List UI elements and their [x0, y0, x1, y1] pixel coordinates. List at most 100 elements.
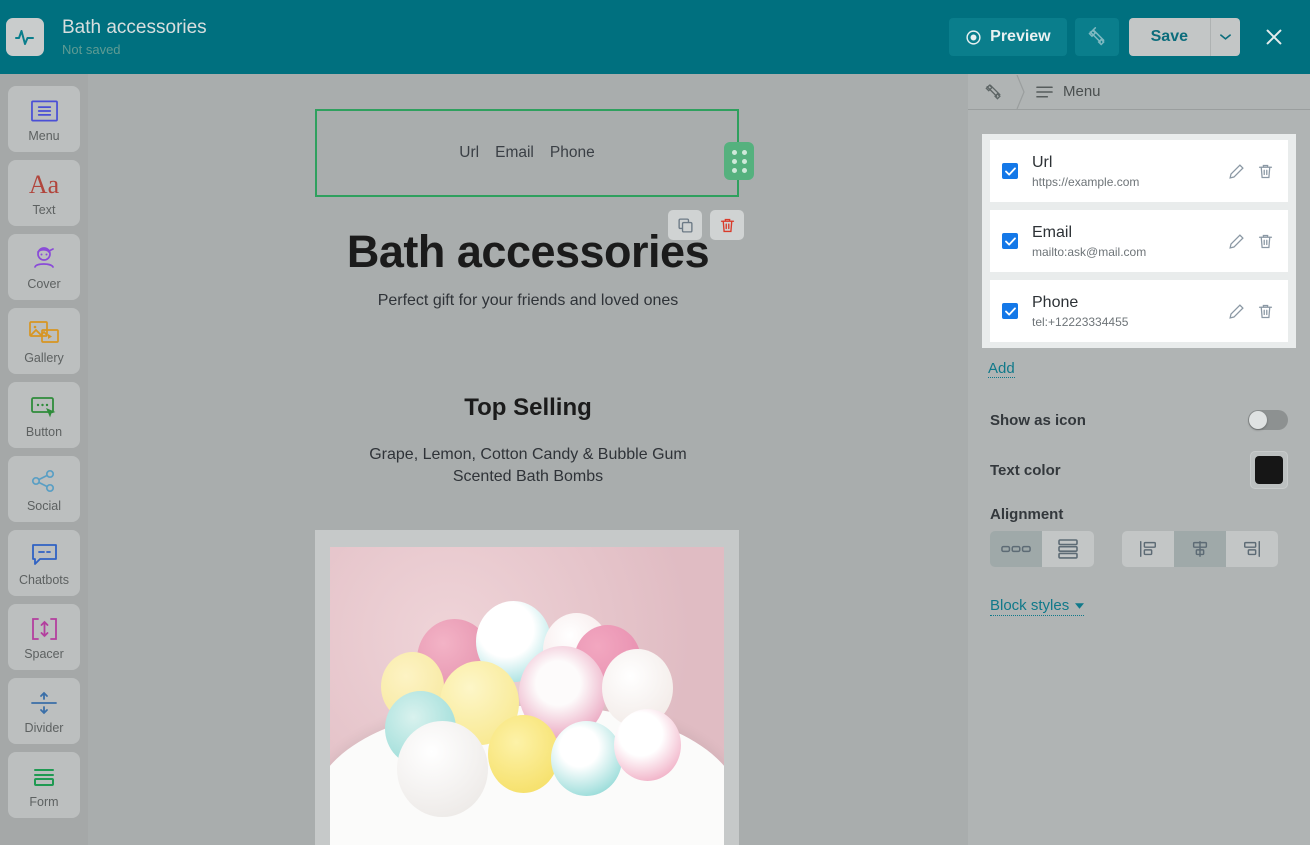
chevron-down-icon	[1220, 33, 1231, 41]
layout-direction-group	[990, 531, 1094, 567]
item-value: https://example.com	[1032, 174, 1228, 190]
chevron-right-icon	[1012, 74, 1028, 109]
close-button[interactable]	[1252, 15, 1296, 59]
item-value: tel:+12223334455	[1032, 314, 1228, 330]
sidebar-item-form[interactable]: Form	[8, 752, 80, 818]
gallery-icon	[29, 318, 59, 348]
sidebar-item-cover[interactable]: Cover	[8, 234, 80, 300]
delete-button[interactable]	[1257, 303, 1274, 320]
preview-button[interactable]: Preview	[949, 18, 1066, 56]
form-lines-icon	[30, 762, 58, 792]
nav-link-url[interactable]: Url	[459, 144, 479, 162]
hero-title[interactable]: Bath accessories	[88, 226, 968, 278]
sidebar-item-label: Button	[26, 425, 62, 439]
brushes-icon[interactable]	[1075, 18, 1119, 56]
sidebar-item-label: Social	[27, 499, 61, 513]
save-status: Not saved	[62, 41, 207, 59]
top-actions: Preview Save	[949, 15, 1310, 59]
breadcrumb-label: Menu	[1063, 83, 1101, 100]
show-as-icon-toggle[interactable]	[1248, 410, 1288, 430]
editor-canvas[interactable]: Url Email Phone	[88, 74, 968, 845]
right-panel: Menu Url https://example.com	[968, 74, 1310, 845]
sidebar-item-label: Form	[29, 795, 58, 809]
breadcrumb-current[interactable]: Menu	[1036, 83, 1101, 100]
nav-link-email[interactable]: Email	[495, 144, 534, 162]
edit-button[interactable]	[1228, 233, 1245, 250]
add-item-link[interactable]: Add	[988, 360, 1015, 378]
show-as-icon-row: Show as icon	[990, 400, 1288, 440]
app-root: Bath accessories Not saved Preview Save	[0, 0, 1310, 845]
text-color-swatch[interactable]	[1250, 451, 1288, 489]
menu-items-list: Url https://example.com	[982, 134, 1296, 348]
brushes-icon[interactable]	[976, 74, 1010, 109]
item-checkbox[interactable]	[1002, 303, 1018, 319]
delete-button[interactable]	[1257, 233, 1274, 250]
hero-subtitle[interactable]: Perfect gift for your friends and loved …	[88, 292, 968, 310]
cover-person-icon	[30, 244, 58, 274]
layout-vertical-icon[interactable]	[1042, 531, 1094, 567]
save-button-group: Save	[1129, 18, 1240, 56]
sidebar-item-label: Cover	[27, 277, 60, 291]
item-title: Url	[1032, 153, 1228, 173]
align-center-icon[interactable]	[1174, 531, 1226, 567]
item-checkbox[interactable]	[1002, 233, 1018, 249]
pencil-icon	[1228, 303, 1245, 320]
sidebar-item-label: Text	[33, 203, 56, 217]
preview-label: Preview	[990, 28, 1050, 46]
item-text: Url https://example.com	[1032, 153, 1228, 190]
eye-icon	[965, 29, 982, 46]
item-title: Phone	[1032, 293, 1228, 313]
save-dropdown-button[interactable]	[1210, 18, 1240, 56]
nav-link-phone[interactable]: Phone	[550, 144, 595, 162]
block-styles-label: Block styles	[990, 597, 1069, 614]
chat-bubble-icon	[31, 540, 58, 570]
close-icon	[1263, 26, 1285, 48]
photo-block[interactable]	[315, 530, 739, 845]
align-group	[1122, 531, 1278, 567]
drag-dots-icon[interactable]	[724, 142, 754, 180]
document-title-group: Bath accessories Not saved	[62, 16, 207, 59]
layout-horizontal-icon[interactable]	[990, 531, 1042, 567]
caret-down-icon	[1075, 603, 1084, 609]
block-styles-link[interactable]: Block styles	[990, 597, 1084, 616]
sidebar-item-menu[interactable]: Menu	[8, 86, 80, 152]
menu-block-icon	[31, 96, 58, 126]
section-title[interactable]: Top Selling	[88, 394, 968, 422]
item-checkbox[interactable]	[1002, 163, 1018, 179]
trash-icon	[1257, 163, 1274, 180]
sidebar-item-text[interactable]: Aa Text	[8, 160, 80, 226]
sidebar-item-chatbots[interactable]: Chatbots	[8, 530, 80, 596]
social-share-icon	[31, 466, 57, 496]
item-text: Email mailto:ask@mail.com	[1032, 223, 1228, 260]
menu-block-selected[interactable]: Url Email Phone	[315, 109, 739, 197]
list-item[interactable]: Url https://example.com	[990, 140, 1288, 202]
text-color-label: Text color	[990, 462, 1061, 479]
align-left-icon[interactable]	[1122, 531, 1174, 567]
sidebar-item-label: Chatbots	[19, 573, 69, 587]
save-button[interactable]: Save	[1129, 18, 1210, 56]
sidebar-item-spacer[interactable]: Spacer	[8, 604, 80, 670]
menu-lines-icon	[1036, 85, 1053, 99]
list-item[interactable]: Email mailto:ask@mail.com	[990, 210, 1288, 272]
bath-bombs-image	[330, 547, 724, 845]
align-right-icon[interactable]	[1226, 531, 1278, 567]
section-subtitle[interactable]: Grape, Lemon, Cotton Candy & Bubble GumS…	[88, 444, 968, 488]
sidebar-item-divider[interactable]: Divider	[8, 678, 80, 744]
item-text: Phone tel:+12223334455	[1032, 293, 1228, 330]
edit-button[interactable]	[1228, 163, 1245, 180]
spacer-arrows-icon	[31, 614, 58, 644]
list-item[interactable]: Phone tel:+12223334455	[990, 280, 1288, 342]
delete-button[interactable]	[1257, 163, 1274, 180]
text-aa-icon: Aa	[29, 170, 59, 200]
trash-icon	[1257, 303, 1274, 320]
pulse-icon[interactable]	[6, 18, 44, 56]
text-color-row: Text color	[990, 450, 1288, 490]
left-sidebar: Menu Aa Text Cover	[0, 74, 88, 845]
sidebar-item-button[interactable]: Button	[8, 382, 80, 448]
sidebar-item-gallery[interactable]: Gallery	[8, 308, 80, 374]
sidebar-item-social[interactable]: Social	[8, 456, 80, 522]
divider-icon	[30, 688, 58, 718]
edit-button[interactable]	[1228, 303, 1245, 320]
trash-icon	[1257, 233, 1274, 250]
alignment-controls	[990, 531, 1288, 567]
